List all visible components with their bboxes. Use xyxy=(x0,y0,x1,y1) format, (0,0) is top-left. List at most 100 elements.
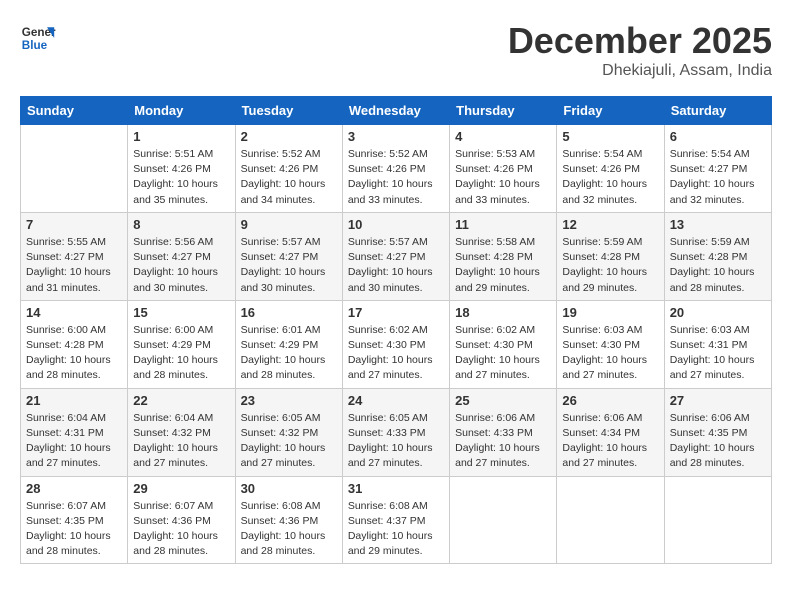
day-number: 15 xyxy=(133,305,229,320)
svg-text:Blue: Blue xyxy=(22,39,48,52)
calendar-week-row: 7Sunrise: 5:55 AM Sunset: 4:27 PM Daylig… xyxy=(21,212,772,300)
day-info: Sunrise: 6:01 AM Sunset: 4:29 PM Dayligh… xyxy=(241,323,337,384)
day-info: Sunrise: 6:02 AM Sunset: 4:30 PM Dayligh… xyxy=(348,323,444,384)
day-info: Sunrise: 6:02 AM Sunset: 4:30 PM Dayligh… xyxy=(455,323,551,384)
calendar-cell: 13 Sunrise: 5:59 AM Sunset: 4:28 PM Dayli… xyxy=(664,212,771,300)
calendar-cell xyxy=(450,476,557,564)
calendar-cell: 4 Sunrise: 5:53 AM Sunset: 4:26 PM Daylig… xyxy=(450,125,557,213)
calendar-cell: 11 Sunrise: 5:58 AM Sunset: 4:28 PM Dayli… xyxy=(450,212,557,300)
day-info: Sunrise: 5:59 AM Sunset: 4:28 PM Dayligh… xyxy=(562,235,658,296)
day-info: Sunrise: 6:05 AM Sunset: 4:33 PM Dayligh… xyxy=(348,411,444,472)
day-info: Sunrise: 5:54 AM Sunset: 4:26 PM Dayligh… xyxy=(562,147,658,208)
day-info: Sunrise: 6:06 AM Sunset: 4:34 PM Dayligh… xyxy=(562,411,658,472)
day-number: 24 xyxy=(348,393,444,408)
calendar-cell: 31 Sunrise: 6:08 AM Sunset: 4:37 PM Dayli… xyxy=(342,476,449,564)
day-number: 1 xyxy=(133,129,229,144)
day-number: 13 xyxy=(670,217,766,232)
day-number: 14 xyxy=(26,305,122,320)
calendar-cell: 12Sunrise: 5:59 AM Sunset: 4:28 PM Dayli… xyxy=(557,212,664,300)
day-number: 16 xyxy=(241,305,337,320)
calendar-cell xyxy=(557,476,664,564)
day-info: Sunrise: 6:03 AM Sunset: 4:31 PM Dayligh… xyxy=(670,323,766,384)
logo-icon: General Blue xyxy=(20,20,56,56)
day-info: Sunrise: 6:05 AM Sunset: 4:32 PM Dayligh… xyxy=(241,411,337,472)
calendar-cell: 9 Sunrise: 5:57 AM Sunset: 4:27 PM Daylig… xyxy=(235,212,342,300)
day-info: Sunrise: 5:52 AM Sunset: 4:26 PM Dayligh… xyxy=(241,147,337,208)
weekday-header: Wednesday xyxy=(342,97,449,125)
calendar-cell: 21 Sunrise: 6:04 AM Sunset: 4:31 PM Dayli… xyxy=(21,388,128,476)
day-info: Sunrise: 6:04 AM Sunset: 4:31 PM Dayligh… xyxy=(26,411,122,472)
day-number: 29 xyxy=(133,481,229,496)
calendar-cell: 2 Sunrise: 5:52 AM Sunset: 4:26 PM Daylig… xyxy=(235,125,342,213)
day-info: Sunrise: 5:57 AM Sunset: 4:27 PM Dayligh… xyxy=(348,235,444,296)
page-header: General Blue December 2025 Dhekiajuli, A… xyxy=(20,20,772,80)
title-block: December 2025 Dhekiajuli, Assam, India xyxy=(508,20,772,80)
day-number: 22 xyxy=(133,393,229,408)
calendar-table: SundayMondayTuesdayWednesdayThursdayFrid… xyxy=(20,96,772,564)
calendar-header-row: SundayMondayTuesdayWednesdayThursdayFrid… xyxy=(21,97,772,125)
day-info: Sunrise: 5:51 AM Sunset: 4:26 PM Dayligh… xyxy=(133,147,229,208)
calendar-cell: 25 Sunrise: 6:06 AM Sunset: 4:33 PM Dayli… xyxy=(450,388,557,476)
calendar-cell xyxy=(21,125,128,213)
day-info: Sunrise: 6:06 AM Sunset: 4:33 PM Dayligh… xyxy=(455,411,551,472)
calendar-cell: 17Sunrise: 6:02 AM Sunset: 4:30 PM Dayli… xyxy=(342,300,449,388)
weekday-header: Friday xyxy=(557,97,664,125)
calendar-week-row: 14 Sunrise: 6:00 AM Sunset: 4:28 PM Dayli… xyxy=(21,300,772,388)
day-info: Sunrise: 6:06 AM Sunset: 4:35 PM Dayligh… xyxy=(670,411,766,472)
calendar-cell: 3Sunrise: 5:52 AM Sunset: 4:26 PM Daylig… xyxy=(342,125,449,213)
calendar-cell: 30 Sunrise: 6:08 AM Sunset: 4:36 PM Dayli… xyxy=(235,476,342,564)
day-info: Sunrise: 5:53 AM Sunset: 4:26 PM Dayligh… xyxy=(455,147,551,208)
calendar-cell: 27 Sunrise: 6:06 AM Sunset: 4:35 PM Dayli… xyxy=(664,388,771,476)
day-info: Sunrise: 6:08 AM Sunset: 4:37 PM Dayligh… xyxy=(348,499,444,560)
day-number: 25 xyxy=(455,393,551,408)
location: Dhekiajuli, Assam, India xyxy=(508,62,772,80)
calendar-week-row: 28 Sunrise: 6:07 AM Sunset: 4:35 PM Dayli… xyxy=(21,476,772,564)
day-number: 11 xyxy=(455,217,551,232)
day-info: Sunrise: 5:59 AM Sunset: 4:28 PM Dayligh… xyxy=(670,235,766,296)
day-info: Sunrise: 6:07 AM Sunset: 4:35 PM Dayligh… xyxy=(26,499,122,560)
day-number: 6 xyxy=(670,129,766,144)
day-number: 27 xyxy=(670,393,766,408)
calendar-cell: 5 Sunrise: 5:54 AM Sunset: 4:26 PM Daylig… xyxy=(557,125,664,213)
day-info: Sunrise: 6:00 AM Sunset: 4:29 PM Dayligh… xyxy=(133,323,229,384)
calendar-cell: 16 Sunrise: 6:01 AM Sunset: 4:29 PM Dayli… xyxy=(235,300,342,388)
calendar-week-row: 1 Sunrise: 5:51 AM Sunset: 4:26 PM Daylig… xyxy=(21,125,772,213)
day-number: 31 xyxy=(348,481,444,496)
day-info: Sunrise: 6:00 AM Sunset: 4:28 PM Dayligh… xyxy=(26,323,122,384)
day-info: Sunrise: 6:04 AM Sunset: 4:32 PM Dayligh… xyxy=(133,411,229,472)
calendar-cell xyxy=(664,476,771,564)
day-number: 28 xyxy=(26,481,122,496)
day-number: 23 xyxy=(241,393,337,408)
calendar-cell: 26Sunrise: 6:06 AM Sunset: 4:34 PM Dayli… xyxy=(557,388,664,476)
calendar-cell: 18Sunrise: 6:02 AM Sunset: 4:30 PM Dayli… xyxy=(450,300,557,388)
calendar-cell: 6 Sunrise: 5:54 AM Sunset: 4:27 PM Daylig… xyxy=(664,125,771,213)
calendar-cell: 19Sunrise: 6:03 AM Sunset: 4:30 PM Dayli… xyxy=(557,300,664,388)
weekday-header: Sunday xyxy=(21,97,128,125)
day-number: 4 xyxy=(455,129,551,144)
day-number: 20 xyxy=(670,305,766,320)
day-info: Sunrise: 5:54 AM Sunset: 4:27 PM Dayligh… xyxy=(670,147,766,208)
day-info: Sunrise: 6:03 AM Sunset: 4:30 PM Dayligh… xyxy=(562,323,658,384)
day-info: Sunrise: 6:08 AM Sunset: 4:36 PM Dayligh… xyxy=(241,499,337,560)
day-number: 9 xyxy=(241,217,337,232)
day-number: 8 xyxy=(133,217,229,232)
calendar-cell: 8 Sunrise: 5:56 AM Sunset: 4:27 PM Daylig… xyxy=(128,212,235,300)
calendar-cell: 22 Sunrise: 6:04 AM Sunset: 4:32 PM Dayli… xyxy=(128,388,235,476)
day-number: 3 xyxy=(348,129,444,144)
day-info: Sunrise: 6:07 AM Sunset: 4:36 PM Dayligh… xyxy=(133,499,229,560)
day-info: Sunrise: 5:56 AM Sunset: 4:27 PM Dayligh… xyxy=(133,235,229,296)
calendar-cell: 23 Sunrise: 6:05 AM Sunset: 4:32 PM Dayli… xyxy=(235,388,342,476)
day-info: Sunrise: 5:55 AM Sunset: 4:27 PM Dayligh… xyxy=(26,235,122,296)
month-title: December 2025 xyxy=(508,20,772,62)
day-info: Sunrise: 5:58 AM Sunset: 4:28 PM Dayligh… xyxy=(455,235,551,296)
day-number: 5 xyxy=(562,129,658,144)
calendar-cell: 14 Sunrise: 6:00 AM Sunset: 4:28 PM Dayli… xyxy=(21,300,128,388)
day-number: 21 xyxy=(26,393,122,408)
calendar-cell: 7Sunrise: 5:55 AM Sunset: 4:27 PM Daylig… xyxy=(21,212,128,300)
calendar-cell: 28 Sunrise: 6:07 AM Sunset: 4:35 PM Dayli… xyxy=(21,476,128,564)
day-number: 30 xyxy=(241,481,337,496)
calendar-cell: 29 Sunrise: 6:07 AM Sunset: 4:36 PM Dayli… xyxy=(128,476,235,564)
day-number: 2 xyxy=(241,129,337,144)
day-info: Sunrise: 5:57 AM Sunset: 4:27 PM Dayligh… xyxy=(241,235,337,296)
calendar-week-row: 21 Sunrise: 6:04 AM Sunset: 4:31 PM Dayli… xyxy=(21,388,772,476)
